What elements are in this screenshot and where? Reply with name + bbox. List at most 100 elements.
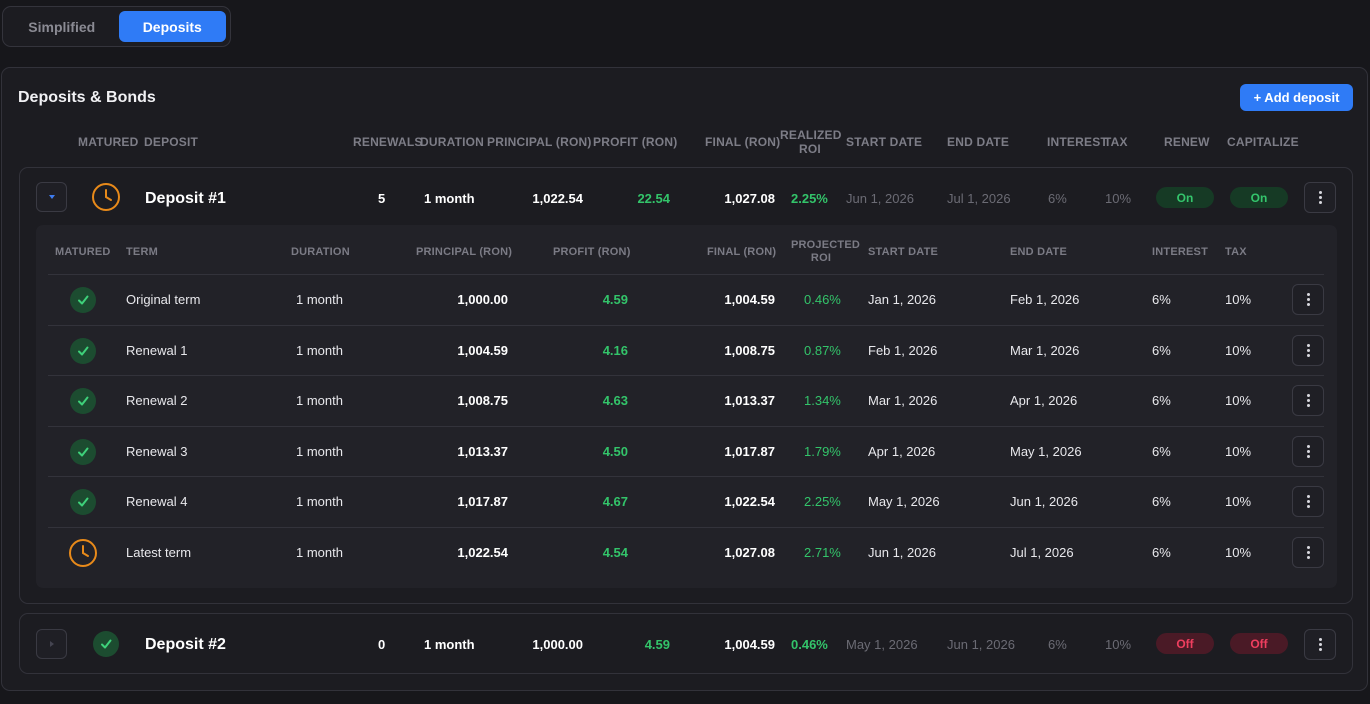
deposit-profit: 22.54 <box>637 191 670 206</box>
term-header-interest: INTEREST <box>1152 246 1208 258</box>
term-start-date: May 1, 2026 <box>868 494 940 510</box>
term-interest: 6% <box>1152 393 1171 409</box>
header-deposit: DEPOSIT <box>144 135 199 149</box>
term-final: 1,013.37 <box>724 393 775 409</box>
check-icon <box>70 287 96 313</box>
capitalize-toggle[interactable]: Off <box>1230 633 1288 654</box>
deposit-duration: 1 month <box>424 191 475 206</box>
term-interest: 6% <box>1152 292 1171 307</box>
term-roi: 1.34% <box>804 393 841 409</box>
term-header-end-date: END DATE <box>1010 246 1068 258</box>
deposit-final: 1,004.59 <box>724 637 775 652</box>
term-end-date: May 1, 2026 <box>1010 443 1082 459</box>
clock-icon <box>69 539 97 567</box>
deposit-start-date: Jun 1, 2026 <box>846 191 914 206</box>
term-duration: 1 month <box>296 494 343 510</box>
capitalize-toggle[interactable]: On <box>1230 187 1288 208</box>
expand-button[interactable] <box>36 629 67 659</box>
term-start-date: Mar 1, 2026 <box>868 393 938 409</box>
term-interest: 6% <box>1152 545 1171 560</box>
term-principal: 1,004.59 <box>457 342 508 358</box>
term-row: Renewal 3 1 month 1,013.37 4.50 1,017.87 1.79… <box>48 425 1324 476</box>
deposit-roi: 2.25% <box>791 191 828 206</box>
term-start-date: Jan 1, 2026 <box>868 292 936 307</box>
deposit-profit: 4.59 <box>644 637 670 652</box>
deposit-interest: 6% <box>1048 637 1067 652</box>
add-deposit-button[interactable]: + Add deposit <box>1240 84 1353 111</box>
term-name: Renewal 4 <box>126 494 188 510</box>
term-header-final: FINAL (RON) <box>707 246 777 258</box>
header-profit: PROFIT (RON) <box>593 135 678 149</box>
term-final: 1,008.75 <box>724 342 775 358</box>
term-tax: 10% <box>1225 545 1252 560</box>
term-roi: 2.25% <box>804 494 841 510</box>
term-header-projected-roi: PROJECTED ROI <box>791 239 861 264</box>
deposit-start-date: May 1, 2026 <box>846 637 918 652</box>
term-end-date: Apr 1, 2026 <box>1010 393 1078 409</box>
term-header-profit: PROFIT (RON) <box>553 246 631 258</box>
deposit-name: Deposit #1 <box>145 190 226 207</box>
deposit-roi: 0.46% <box>791 637 828 652</box>
term-final: 1,017.87 <box>724 443 775 459</box>
term-tax: 10% <box>1225 393 1252 409</box>
renew-toggle[interactable]: Off <box>1156 633 1214 654</box>
term-more-options-button[interactable] <box>1292 486 1324 518</box>
term-roi: 2.71% <box>804 545 841 560</box>
term-duration: 1 month <box>296 545 343 560</box>
term-start-date: Feb 1, 2026 <box>868 342 938 358</box>
check-icon <box>70 388 96 415</box>
header-realized-roi: REALIZED ROI <box>780 128 842 156</box>
term-more-options-button[interactable] <box>1292 537 1324 568</box>
deposit-renewals: 0 <box>378 637 386 652</box>
term-more-options-button[interactable] <box>1292 284 1324 315</box>
caret-down-icon <box>48 195 55 199</box>
term-more-options-button[interactable] <box>1292 334 1324 366</box>
more-options-button[interactable] <box>1304 629 1336 660</box>
header-start-date: START DATE <box>846 135 923 149</box>
term-name: Renewal 1 <box>126 342 188 358</box>
renew-toggle[interactable]: On <box>1156 187 1214 208</box>
term-principal: 1,017.87 <box>457 494 508 510</box>
term-interest: 6% <box>1152 342 1171 358</box>
term-row: Renewal 1 1 month 1,004.59 4.16 1,008.75 0.87… <box>48 324 1324 375</box>
more-options-button[interactable] <box>1304 182 1336 213</box>
term-roi: 0.87% <box>804 342 841 358</box>
term-principal: 1,022.54 <box>457 545 508 560</box>
terms-table: MATURED TERM DURATION PRINCIPAL (RON) PR… <box>36 225 1337 588</box>
deposit-final: 1,027.08 <box>724 191 775 206</box>
term-duration: 1 month <box>296 342 343 358</box>
header-capitalize: CAPITALIZE <box>1227 135 1299 149</box>
header-tax: TAX <box>1104 135 1128 149</box>
tab-simplified[interactable]: Simplified <box>7 11 117 42</box>
term-name: Latest term <box>126 545 192 560</box>
term-principal: 1,000.00 <box>457 292 508 307</box>
deposit-end-date: Jul 1, 2026 <box>947 191 1011 206</box>
deposit-principal: 1,000.00 <box>532 637 583 652</box>
term-more-options-button[interactable] <box>1292 435 1324 467</box>
term-profit: 4.50 <box>602 443 628 459</box>
clock-icon <box>92 183 120 211</box>
deposit-principal: 1,022.54 <box>532 191 583 206</box>
term-tax: 10% <box>1225 443 1252 459</box>
header-matured: MATURED <box>78 135 139 149</box>
check-icon <box>70 489 96 516</box>
term-roi: 1.79% <box>804 443 841 459</box>
term-profit: 4.63 <box>602 393 628 409</box>
term-header-principal: PRINCIPAL (RON) <box>416 246 513 258</box>
term-principal: 1,008.75 <box>457 393 508 409</box>
deposit-card: Deposit #1 5 1 month 1,022.54 22.54 1,02… <box>19 167 1353 604</box>
header-principal: PRINCIPAL (RON) <box>487 135 592 149</box>
term-header-start-date: START DATE <box>868 246 939 258</box>
term-header-term: TERM <box>126 246 158 258</box>
collapse-button[interactable] <box>36 182 67 212</box>
term-tax: 10% <box>1225 342 1252 358</box>
header-interest: INTEREST <box>1047 135 1108 149</box>
term-principal: 1,013.37 <box>457 443 508 459</box>
term-end-date: Jun 1, 2026 <box>1010 494 1078 510</box>
term-more-options-button[interactable] <box>1292 385 1324 417</box>
deposit-duration: 1 month <box>424 637 475 652</box>
deposit-interest: 6% <box>1048 191 1067 206</box>
term-roi: 0.46% <box>804 292 841 307</box>
tab-deposits[interactable]: Deposits <box>118 11 226 42</box>
deposit-tax: 10% <box>1105 191 1132 206</box>
